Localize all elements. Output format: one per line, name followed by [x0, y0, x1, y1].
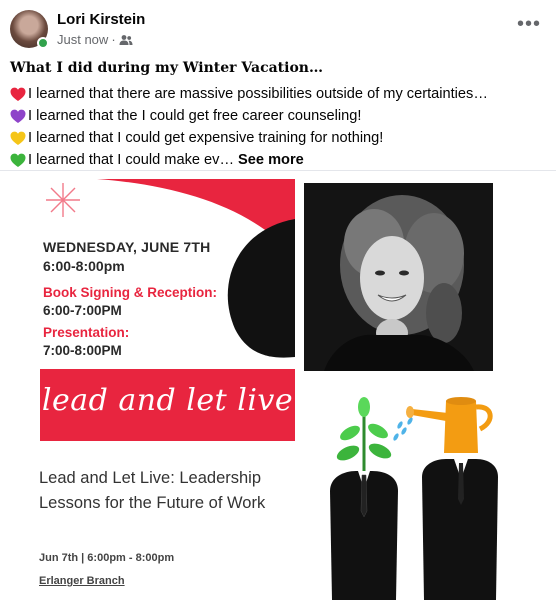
post-line-text: I learned that I could get expensive tra…	[28, 130, 384, 146]
author-photo	[304, 183, 493, 371]
post-meta: Just now ·	[57, 32, 133, 47]
branch-name: Erlanger Branch	[39, 575, 125, 587]
more-options-icon[interactable]: •••	[514, 14, 544, 38]
post-timestamp[interactable]: Just now	[57, 32, 108, 47]
event-date: WEDNESDAY, JUNE 7TH	[43, 239, 211, 255]
online-status-dot	[37, 37, 49, 49]
yellow-heart-icon	[10, 131, 26, 145]
post-line-text: I learned that the I could get free care…	[28, 108, 362, 124]
book-event-time: Jun 7th | 6:00pm - 8:00pm	[39, 552, 175, 564]
post-line-text: I learned that I could make ev…	[28, 152, 235, 168]
friends-icon[interactable]	[119, 34, 133, 46]
red-heart-icon	[10, 87, 26, 101]
presentation-time: 7:00-8:00PM	[43, 343, 122, 358]
post-line-text: I learned that there are massive possibi…	[28, 86, 488, 102]
growth-illustration	[300, 381, 556, 600]
banner-text: lead and let live	[41, 383, 294, 418]
post-body: What I did during my Winter Vacation… I …	[10, 57, 550, 171]
event-time: 6:00-8:00pm	[43, 258, 125, 274]
portrait-illustration	[304, 183, 493, 371]
water-drops-icon	[393, 417, 413, 441]
purple-heart-icon	[10, 109, 26, 123]
businessmen-plant-icon	[330, 397, 498, 600]
post-title: What I did during my Winter Vacation…	[10, 60, 323, 76]
black-arc-shape	[227, 219, 295, 358]
post-header: Lori Kirstein Just now · •••	[0, 0, 556, 52]
post-line: I learned that the I could get free care…	[10, 105, 550, 127]
watering-can-man	[406, 397, 498, 600]
title-banner: lead and let live	[40, 369, 295, 441]
post-line: I learned that I could get expensive tra…	[10, 127, 550, 149]
plant-head-man	[330, 397, 398, 600]
event-flyer: WEDNESDAY, JUNE 7TH 6:00-8:00pm Book Sig…	[37, 179, 295, 600]
presentation-label: Presentation:	[43, 325, 130, 340]
post-line: I learned that I could make ev… See more	[10, 149, 550, 171]
see-more-link[interactable]: See more	[238, 149, 304, 171]
author-name[interactable]: Lori Kirstein	[57, 11, 145, 28]
post-line: I learned that there are massive possibi…	[10, 83, 550, 105]
meta-separator: ·	[111, 32, 116, 47]
post-image[interactable]: WEDNESDAY, JUNE 7TH 6:00-8:00pm Book Sig…	[0, 171, 556, 600]
signing-time: 6:00-7:00PM	[43, 303, 122, 318]
green-heart-icon	[10, 153, 26, 167]
starburst-icon	[46, 183, 80, 217]
signing-label: Book Signing & Reception:	[43, 285, 217, 300]
book-title: Lead and Let Live: Leadership Lessons fo…	[39, 469, 266, 512]
